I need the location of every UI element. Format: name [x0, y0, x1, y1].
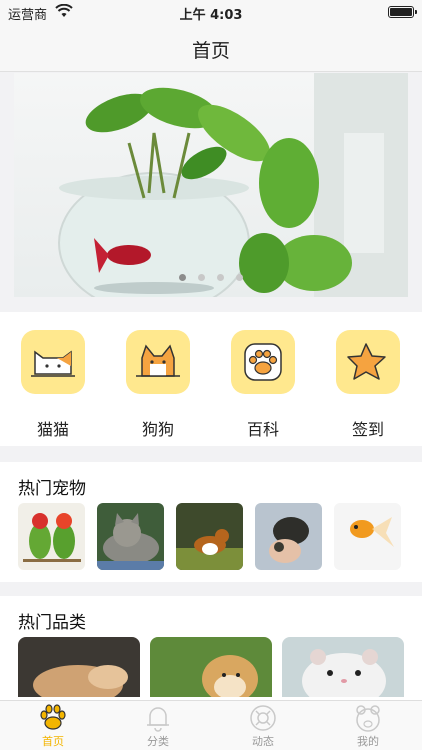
lifebuoy-icon — [248, 703, 278, 733]
quick-item-cat[interactable]: 猫猫 — [18, 330, 88, 440]
banner-carousel[interactable] — [14, 73, 408, 297]
category-card-dog[interactable] — [150, 637, 272, 697]
quick-item-checkin[interactable]: 签到 — [333, 330, 403, 440]
tab-mine[interactable]: 我的 — [333, 703, 403, 749]
banner-image — [58, 73, 408, 297]
navigation-bar: 首页 — [0, 24, 422, 72]
status-time: 上午 4:03 — [179, 8, 243, 23]
tab-label: 我的 — [357, 735, 379, 748]
carousel-dot[interactable] — [217, 274, 224, 281]
tab-label: 分类 — [147, 735, 169, 748]
tab-home[interactable]: 首页 — [18, 703, 88, 749]
carousel-dot[interactable] — [236, 274, 243, 281]
turtle-photo[interactable] — [255, 503, 322, 570]
battery-icon — [388, 6, 417, 18]
hot-pets-section: 热门宠物 — [0, 462, 422, 582]
dog-icon — [126, 330, 190, 394]
tab-category[interactable]: 分类 — [123, 703, 193, 749]
star-icon — [336, 330, 400, 394]
goldfish-photo[interactable] — [334, 503, 401, 570]
quick-label: 签到 — [351, 420, 384, 439]
bear-icon — [353, 703, 383, 733]
tab-feed[interactable]: 动态 — [228, 703, 298, 749]
paw-icon — [231, 330, 295, 394]
tab-label: 动态 — [252, 735, 274, 748]
category-card-hamster[interactable] — [282, 637, 404, 697]
quick-item-dog[interactable]: 狗狗 — [123, 330, 193, 440]
collie-photo[interactable] — [176, 503, 243, 570]
quick-label: 狗狗 — [141, 420, 174, 439]
quick-item-wiki[interactable]: 百科 — [228, 330, 298, 440]
quick-label: 猫猫 — [36, 420, 69, 439]
carousel-dot[interactable] — [179, 274, 186, 281]
cat-icon — [21, 330, 85, 394]
cat-photo[interactable] — [97, 503, 164, 570]
hot-categories-section: 热门品类 — [0, 596, 422, 700]
section-title: 热门宠物 — [18, 479, 86, 499]
carousel-dot[interactable] — [198, 274, 205, 281]
tab-bar: 首页 分类 动态 我的 — [0, 700, 422, 750]
page-title: 首页 — [191, 40, 230, 62]
bell-icon — [143, 703, 173, 733]
quick-label: 百科 — [246, 420, 279, 439]
tab-label: 首页 — [42, 735, 64, 748]
carousel-dots[interactable] — [14, 266, 408, 285]
category-card-cat[interactable] — [18, 637, 140, 697]
parrots-photo[interactable] — [18, 503, 85, 570]
section-title: 热门品类 — [18, 613, 86, 633]
status-bar: 运营商 上午 4:03 — [0, 0, 422, 24]
paw-icon — [38, 703, 68, 733]
quick-actions: 猫猫 狗狗 百科 签到 — [0, 312, 422, 446]
